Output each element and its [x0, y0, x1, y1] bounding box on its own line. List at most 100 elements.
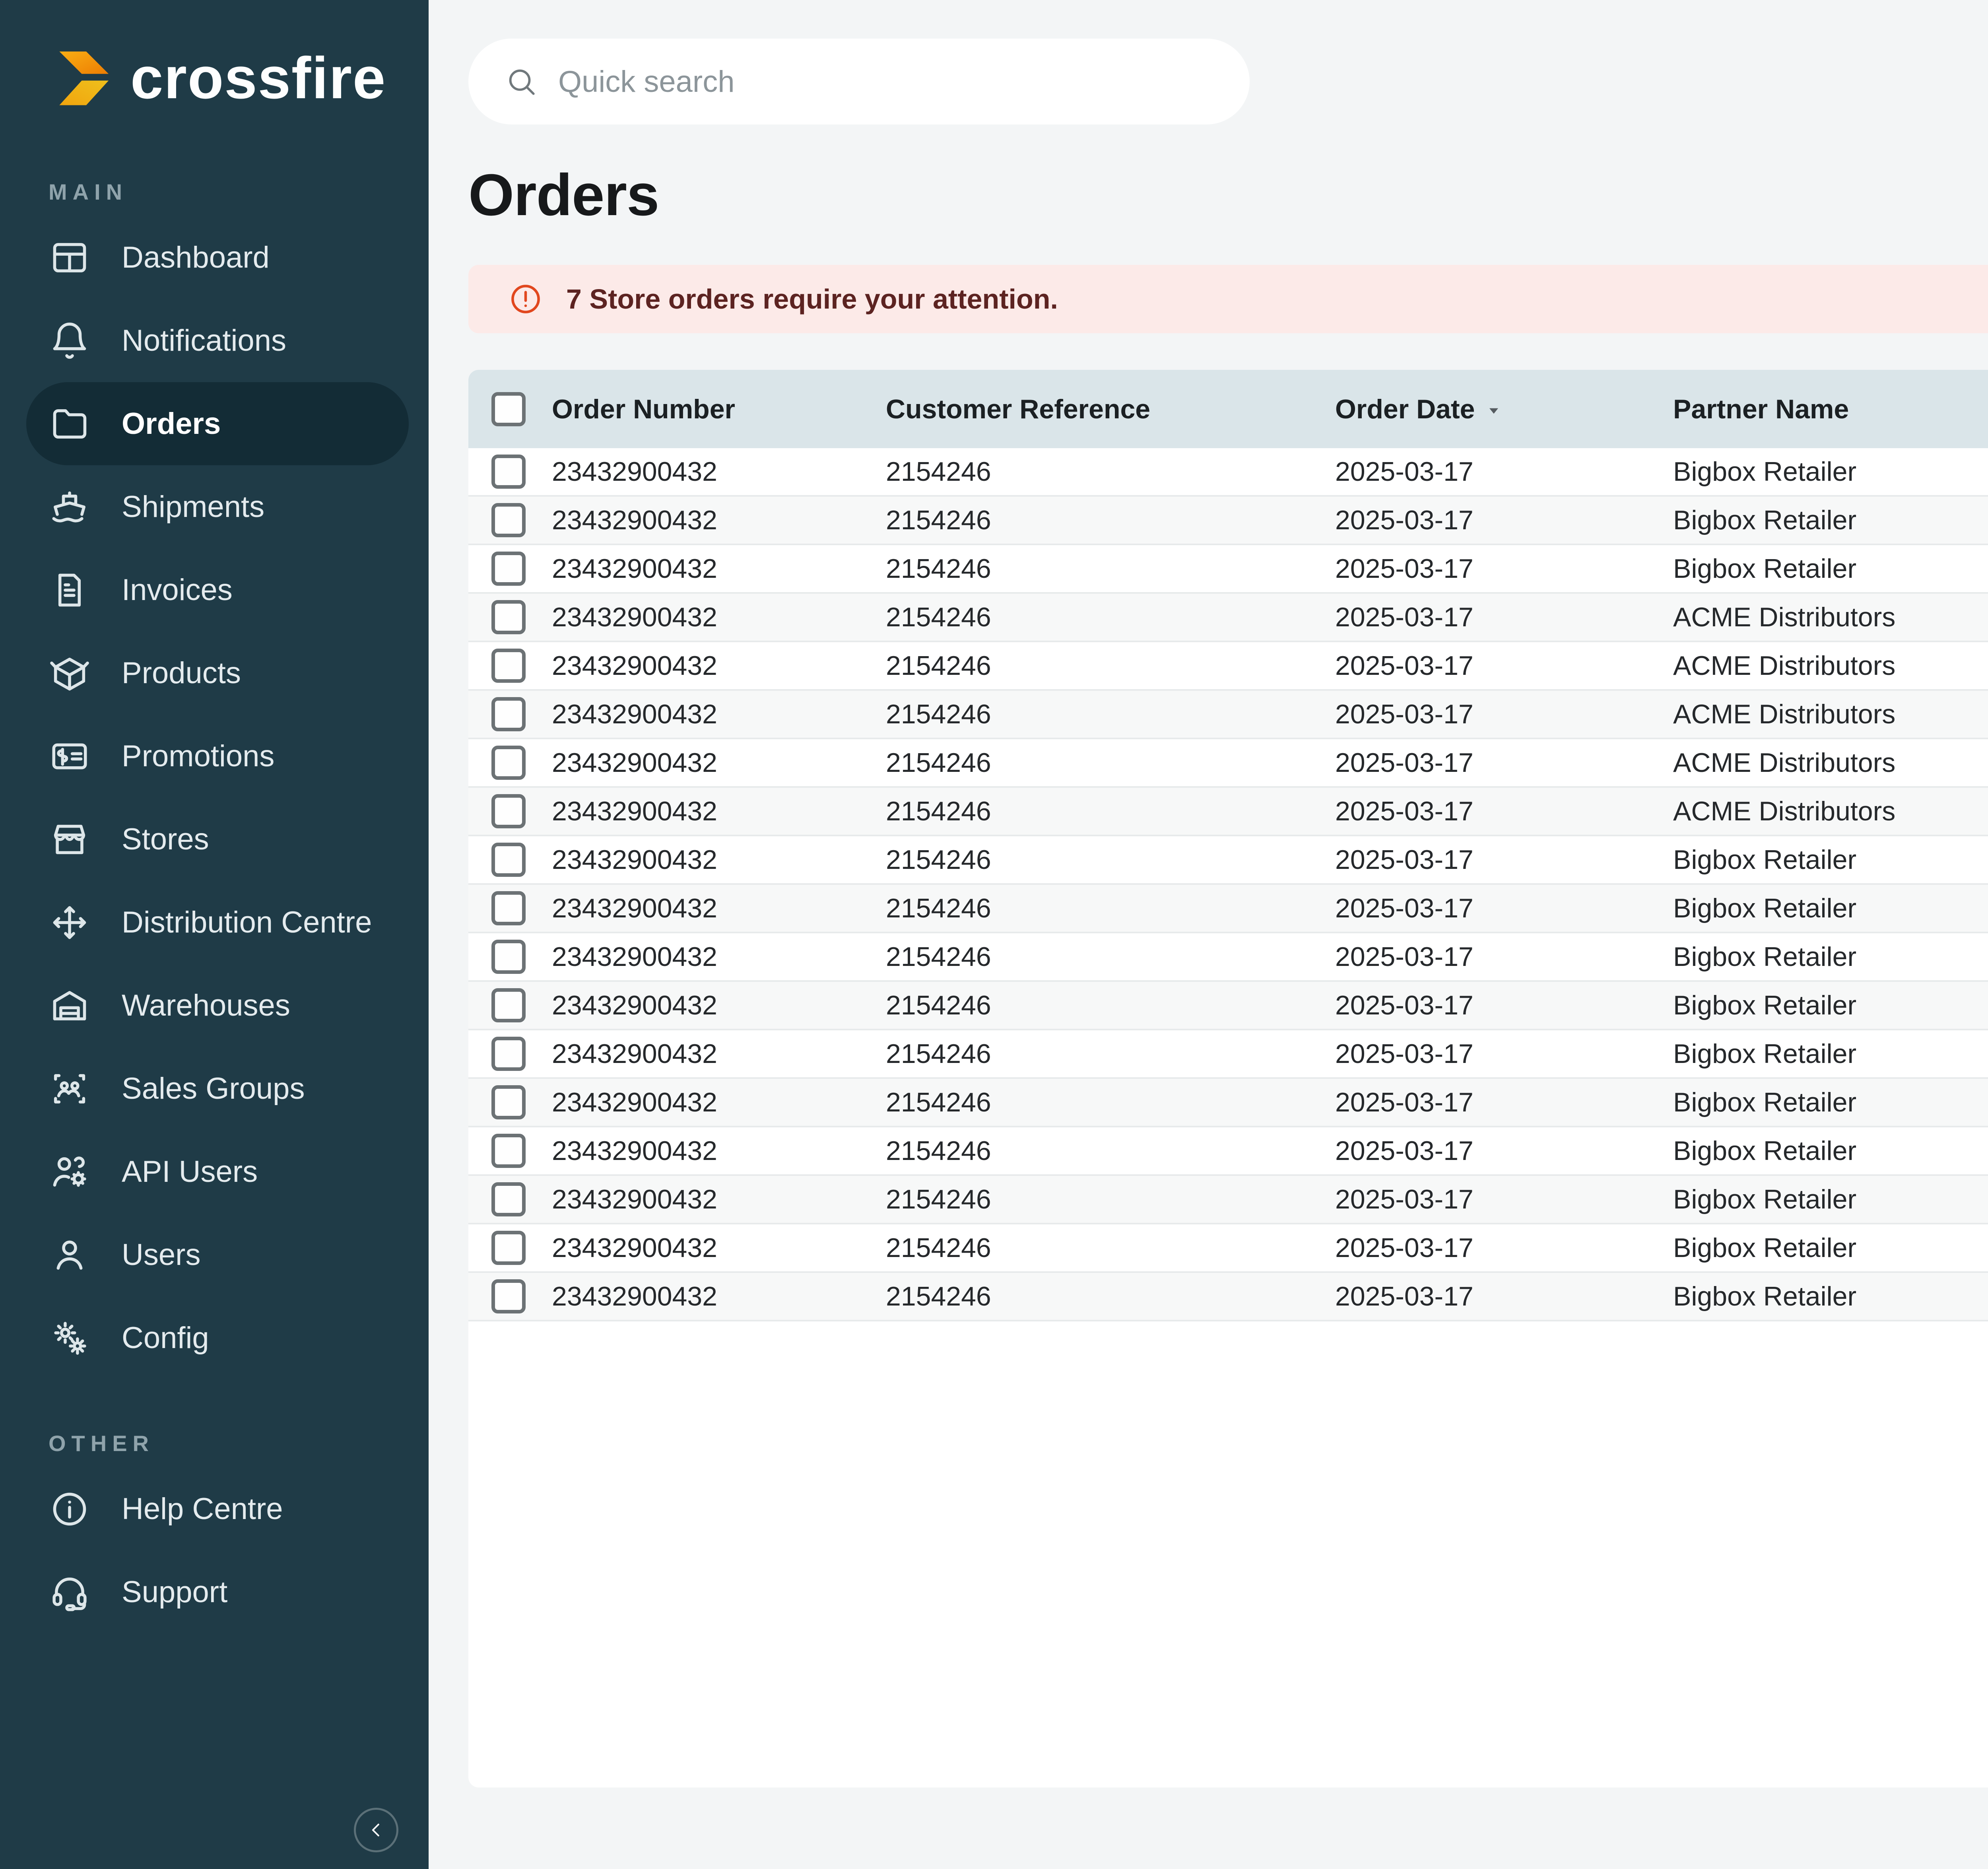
table-row[interactable]: 23432900432 2154246 2025-03-17 ACME Dist…: [468, 739, 1988, 788]
brand-name: crossfire: [130, 45, 386, 112]
cell-partner-name: Bigbox Retailer: [1673, 1038, 1988, 1069]
row-checkbox[interactable]: [491, 1279, 526, 1313]
row-checkbox[interactable]: [491, 1182, 526, 1216]
sidebar-item-warehouses[interactable]: Warehouses: [0, 964, 429, 1047]
cell-partner-name: Bigbox Retailer: [1673, 505, 1988, 536]
alert-banner: 7 Store orders require your attention. F…: [468, 265, 1988, 333]
cell-partner-name: ACME Distributors: [1673, 699, 1988, 730]
sidebar-item-sales-groups[interactable]: Sales Groups: [0, 1047, 429, 1130]
row-checkbox[interactable]: [491, 988, 526, 1022]
sidebar-item-products[interactable]: Products: [0, 631, 429, 715]
topbar: Quentin Tarantino: [468, 38, 1988, 125]
table-row[interactable]: 23432900432 2154246 2025-03-17 Bigbox Re…: [468, 1079, 1988, 1127]
sidebar-item-shipments[interactable]: Shipments: [0, 465, 429, 548]
cell-customer-reference: 2154246: [886, 1281, 1335, 1312]
row-checkbox[interactable]: [491, 940, 526, 974]
table-row[interactable]: 23432900432 2154246 2025-03-17 Bigbox Re…: [468, 1127, 1988, 1176]
cell-order-number: 23432900432: [552, 796, 886, 827]
column-header-order-date[interactable]: Order Date: [1335, 394, 1673, 425]
cell-customer-reference: 2154246: [886, 1087, 1335, 1118]
table-row[interactable]: 23432900432 2154246 2025-03-17 ACME Dist…: [468, 691, 1988, 739]
invoice-icon: [49, 569, 91, 611]
cell-customer-reference: 2154246: [886, 1135, 1335, 1166]
search-input[interactable]: [558, 64, 1213, 99]
sidebar-collapse-button[interactable]: [354, 1808, 398, 1852]
sidebar-item-notifications[interactable]: Notifications: [0, 299, 429, 382]
sidebar-item-users[interactable]: Users: [0, 1213, 429, 1296]
table-row[interactable]: 23432900432 2154246 2025-03-17 ACME Dist…: [468, 642, 1988, 691]
alert-message: 7 Store orders require your attention.: [566, 283, 1058, 315]
row-checkbox[interactable]: [491, 1134, 526, 1168]
cell-customer-reference: 2154246: [886, 1038, 1335, 1069]
table-row[interactable]: 23432900432 2154246 2025-03-17 Bigbox Re…: [468, 1224, 1988, 1273]
cell-order-date: 2025-03-17: [1335, 505, 1673, 536]
cell-order-number: 23432900432: [552, 1087, 886, 1118]
table-row[interactable]: 23432900432 2154246 2025-03-17 Bigbox Re…: [468, 1030, 1988, 1079]
sidebar-item-stores[interactable]: Stores: [0, 798, 429, 881]
row-checkbox[interactable]: [491, 1231, 526, 1265]
row-checkbox[interactable]: [491, 552, 526, 586]
column-header-order-number[interactable]: Order Number: [552, 394, 886, 425]
row-checkbox[interactable]: [491, 794, 526, 828]
table-row[interactable]: 23432900432 2154246 2025-03-17 Bigbox Re…: [468, 836, 1988, 885]
sales-groups-icon: [49, 1068, 91, 1110]
row-checkbox[interactable]: [491, 1037, 526, 1071]
cell-order-date: 2025-03-17: [1335, 1038, 1673, 1069]
sidebar-item-dashboard[interactable]: Dashboard: [0, 216, 429, 299]
table-row[interactable]: 23432900432 2154246 2025-03-17 ACME Dist…: [468, 788, 1988, 836]
sidebar-item-orders[interactable]: Orders: [26, 382, 409, 465]
chevron-left-icon: [365, 1819, 387, 1841]
cell-order-number: 23432900432: [552, 1184, 886, 1215]
cell-order-date: 2025-03-17: [1335, 747, 1673, 778]
cell-customer-reference: 2154246: [886, 1232, 1335, 1263]
table-row[interactable]: 23432900432 2154246 2025-03-17 Bigbox Re…: [468, 497, 1988, 545]
cell-order-date: 2025-03-17: [1335, 941, 1673, 972]
table-row[interactable]: 23432900432 2154246 2025-03-17 Bigbox Re…: [468, 545, 1988, 594]
column-header-customer-reference[interactable]: Customer Reference: [886, 394, 1335, 425]
cell-order-number: 23432900432: [552, 505, 886, 536]
row-checkbox[interactable]: [491, 503, 526, 537]
table-row[interactable]: 23432900432 2154246 2025-03-17 Bigbox Re…: [468, 1176, 1988, 1224]
row-checkbox[interactable]: [491, 697, 526, 731]
row-checkbox[interactable]: [491, 600, 526, 634]
table-row[interactable]: 23432900432 2154246 2025-03-17 ACME Dist…: [468, 594, 1988, 642]
search-bar[interactable]: [468, 39, 1250, 124]
sidebar-section-other-label: OTHER: [0, 1430, 429, 1456]
column-header-partner-name[interactable]: Partner Name: [1673, 394, 1988, 425]
title-row: Orders Show Filters Create: [468, 161, 1988, 230]
row-checkbox[interactable]: [491, 746, 526, 780]
sidebar-item-distribution-centre[interactable]: Distribution Centre: [0, 881, 429, 964]
support-icon: [49, 1571, 91, 1613]
config-icon: [49, 1317, 91, 1359]
sidebar-item-invoices[interactable]: Invoices: [0, 548, 429, 631]
table-row[interactable]: 23432900432 2154246 2025-03-17 Bigbox Re…: [468, 448, 1988, 497]
row-checkbox[interactable]: [491, 1085, 526, 1119]
sidebar-item-api-users[interactable]: API Users: [0, 1130, 429, 1213]
sidebar-item-promotions[interactable]: Promotions: [0, 715, 429, 798]
orders-table-card: Order Number Customer Reference Order Da…: [468, 370, 1988, 1787]
pagination: 1 80 items per page: [468, 1695, 1988, 1787]
cell-order-date: 2025-03-17: [1335, 1135, 1673, 1166]
cell-order-number: 23432900432: [552, 990, 886, 1021]
dashboard-icon: [49, 237, 91, 279]
row-checkbox[interactable]: [491, 455, 526, 489]
ship-icon: [49, 486, 91, 528]
sidebar-item-config[interactable]: Config: [0, 1296, 429, 1379]
table-row[interactable]: 23432900432 2154246 2025-03-17 Bigbox Re…: [468, 933, 1988, 982]
main-content: Quentin Tarantino Orders Show Filters Cr…: [429, 0, 1988, 1869]
cell-customer-reference: 2154246: [886, 893, 1335, 924]
row-checkbox[interactable]: [491, 843, 526, 877]
select-all-checkbox[interactable]: [491, 392, 526, 426]
api-users-icon: [49, 1151, 91, 1193]
sidebar-item-support[interactable]: Support: [0, 1550, 429, 1634]
cell-partner-name: Bigbox Retailer: [1673, 893, 1988, 924]
row-checkbox[interactable]: [491, 891, 526, 925]
sidebar-item-help-centre[interactable]: Help Centre: [0, 1467, 429, 1550]
cell-order-number: 23432900432: [552, 650, 886, 681]
box-icon: [49, 652, 91, 694]
row-checkbox[interactable]: [491, 649, 526, 683]
table-row[interactable]: 23432900432 2154246 2025-03-17 Bigbox Re…: [468, 982, 1988, 1030]
table-row[interactable]: 23432900432 2154246 2025-03-17 Bigbox Re…: [468, 885, 1988, 933]
table-row[interactable]: 23432900432 2154246 2025-03-17 Bigbox Re…: [468, 1273, 1988, 1321]
cell-order-date: 2025-03-17: [1335, 602, 1673, 633]
